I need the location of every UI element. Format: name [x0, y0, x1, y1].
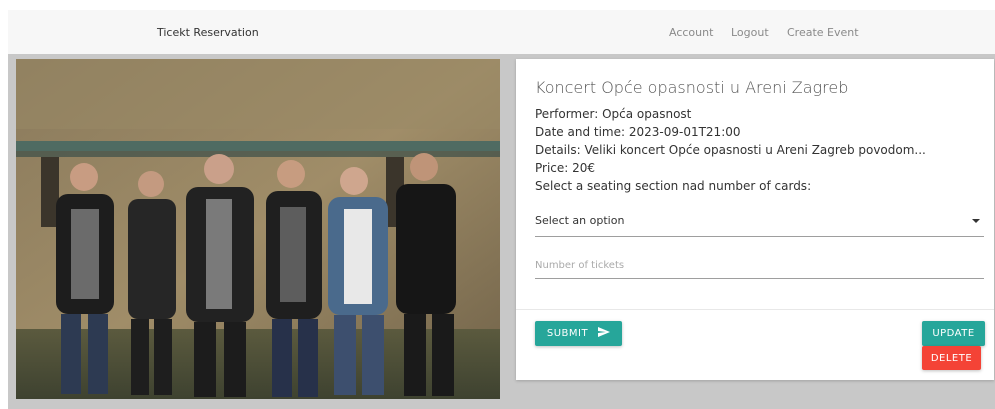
event-details: Details: Veliki koncert Opće opasnosti u…	[535, 143, 926, 157]
nav-create-event[interactable]: Create Event	[787, 26, 859, 39]
event-performer: Performer: Opća opasnost	[535, 107, 692, 121]
card-divider	[516, 309, 994, 310]
update-button[interactable]: UPDATE	[922, 321, 985, 346]
event-title: Koncert Opće opasnosti u Areni Zagreb	[535, 78, 849, 97]
seating-instruction: Select a seating section nad number of c…	[535, 179, 812, 193]
caret-down-icon	[972, 219, 980, 223]
event-datetime: Date and time: 2023-09-01T21:00	[535, 125, 741, 139]
navbar: Ticekt Reservation Account Logout Create…	[8, 10, 995, 54]
event-image	[16, 59, 500, 399]
event-card: Koncert Opće opasnosti u Areni Zagreb Pe…	[516, 59, 994, 380]
select-value: Select an option	[535, 214, 625, 227]
main-content: Koncert Opće opasnosti u Areni Zagreb Pe…	[8, 54, 995, 409]
submit-button[interactable]: SUBMIT	[535, 321, 622, 346]
brand-logo[interactable]: Ticekt Reservation	[157, 26, 259, 39]
event-price: Price: 20€	[535, 161, 596, 175]
nav-logout[interactable]: Logout	[731, 26, 769, 39]
tickets-input[interactable]	[535, 253, 984, 279]
send-icon	[598, 327, 611, 340]
seating-section-select[interactable]: Select an option	[535, 211, 984, 237]
band-photo	[16, 59, 500, 399]
nav-account[interactable]: Account	[669, 26, 713, 39]
submit-label: SUBMIT	[546, 328, 589, 339]
delete-button[interactable]: DELETE	[922, 346, 981, 370]
